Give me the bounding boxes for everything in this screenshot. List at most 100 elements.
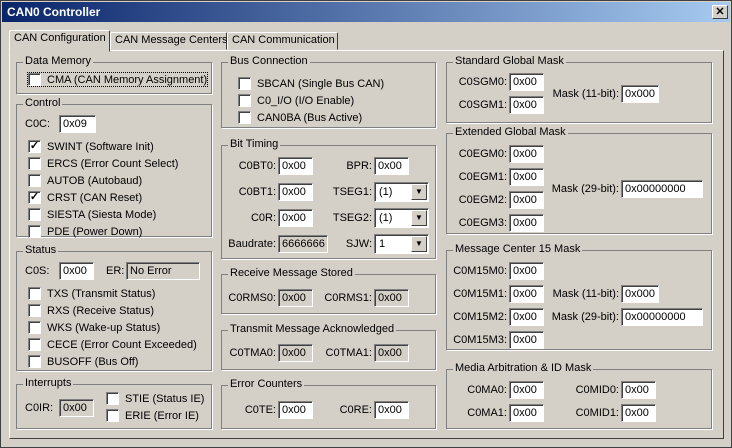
checkbox-box	[28, 355, 41, 368]
c0sgm0-input[interactable]: 0x00	[509, 73, 544, 91]
er-label: ER:	[106, 265, 125, 277]
tab-can-message-centers[interactable]: CAN Message Centers	[110, 32, 228, 50]
checkbox-label: CECE (Error Count Exceeded)	[47, 338, 197, 351]
tab-label: CAN Communication	[232, 34, 335, 46]
tseg1-label: TSEG1:	[332, 186, 372, 198]
checkbox-box	[238, 111, 251, 124]
c0te-label: C0TE:	[244, 404, 276, 416]
txs-checkbox[interactable]: TXS (Transmit Status)	[28, 287, 155, 300]
c0m15m2-input[interactable]: 0x00	[509, 308, 544, 326]
checkbox-label: SBCAN (Single Bus CAN)	[257, 77, 385, 90]
sjw-select[interactable]: 1 ▼	[374, 234, 429, 254]
c0re-input[interactable]: 0x00	[374, 401, 409, 419]
checkbox-box	[28, 225, 41, 238]
c0sgm0-label: C0SGM0:	[458, 76, 507, 88]
pde-checkbox[interactable]: PDE (Power Down)	[28, 225, 142, 238]
tab-can-communication[interactable]: CAN Communication	[227, 32, 338, 50]
c0ir-label: C0IR:	[25, 402, 54, 414]
checkbox-box: ✓	[28, 191, 41, 204]
c0m15m3-input[interactable]: 0x00	[509, 331, 544, 349]
stie-checkbox[interactable]: STIE (Status IE)	[106, 392, 204, 405]
wks-checkbox[interactable]: WKS (Wake-up Status)	[28, 321, 160, 334]
select-value: (1)	[379, 186, 393, 198]
autob-checkbox[interactable]: AUTOB (Autobaud)	[28, 174, 142, 187]
chevron-down-icon[interactable]: ▼	[411, 236, 427, 252]
c0egm0-input[interactable]: 0x00	[509, 145, 544, 163]
cece-checkbox[interactable]: CECE (Error Count Exceeded)	[28, 338, 197, 351]
c0ma0-input[interactable]: 0x00	[509, 381, 544, 399]
chevron-down-icon[interactable]: ▼	[411, 184, 427, 200]
c0s-input[interactable]: 0x00	[59, 262, 94, 280]
c0egm3-input[interactable]: 0x00	[509, 214, 544, 232]
c0egm1-label: C0EGM1:	[458, 171, 507, 183]
c0c-input[interactable]: 0x09	[59, 115, 96, 133]
bpr-input[interactable]: 0x00	[374, 157, 409, 175]
bit-timing-group: Bit Timing C0BT0: 0x00 C0BT1: 0x00 C0R: …	[221, 138, 436, 259]
swint-checkbox[interactable]: ✓ SWINT (Software Init)	[28, 140, 154, 153]
checkbox-box	[28, 73, 41, 86]
data-memory-group: Data Memory CMA (CAN Memory Assignment)	[16, 55, 212, 94]
tab-can-configuration[interactable]: CAN Configuration	[9, 30, 110, 52]
bpr-label: BPR:	[346, 160, 372, 172]
checkbox-box	[28, 287, 41, 300]
sbcan-checkbox[interactable]: SBCAN (Single Bus CAN)	[238, 77, 384, 90]
c0m15m3-label: C0M15M3:	[453, 334, 507, 346]
busoff-checkbox[interactable]: BUSOFF (Bus Off)	[28, 355, 138, 368]
mask-11bit-input[interactable]: 0x000	[621, 85, 659, 103]
siesta-checkbox[interactable]: SIESTA (Siesta Mode)	[28, 208, 156, 221]
group-title: Bus Connection	[228, 55, 310, 67]
group-title: Transmit Message Acknowledged	[228, 323, 397, 335]
checkbox-label: TXS (Transmit Status)	[47, 287, 156, 300]
sjw-label: SJW:	[345, 238, 372, 250]
c0mid0-input[interactable]: 0x00	[621, 381, 656, 399]
c0egm1-input[interactable]: 0x00	[509, 168, 544, 186]
erie-checkbox[interactable]: ERIE (Error IE)	[106, 409, 199, 422]
mc15-mask-11bit-input[interactable]: 0x000	[621, 285, 659, 303]
c0c-label: C0C:	[25, 118, 51, 130]
tseg2-select[interactable]: (1) ▼	[374, 208, 429, 228]
c0ma0-label: C0MA0:	[467, 384, 507, 396]
mask-29bit-input[interactable]: 0x00000000	[621, 180, 703, 198]
c0bt1-input[interactable]: 0x00	[278, 183, 313, 201]
cma-checkbox[interactable]: CMA (CAN Memory Assignment)	[26, 72, 209, 87]
c0tma0-value: 0x00	[278, 344, 313, 362]
c0ma1-input[interactable]: 0x00	[509, 404, 544, 422]
rxs-checkbox[interactable]: RXS (Receive Status)	[28, 304, 154, 317]
c0m15m0-input[interactable]: 0x00	[509, 262, 544, 280]
checkbox-box	[28, 157, 41, 170]
c0bt0-input[interactable]: 0x00	[278, 157, 313, 175]
chevron-down-icon[interactable]: ▼	[411, 210, 427, 226]
mc15-mask-29bit-input[interactable]: 0x00000000	[621, 308, 703, 326]
baudrate-label: Baudrate:	[228, 238, 276, 250]
c0-io-checkbox[interactable]: C0_I/O (I/O Enable)	[238, 94, 354, 107]
c0egm2-input[interactable]: 0x00	[509, 191, 544, 209]
select-value: (1)	[379, 212, 393, 224]
transmit-message-acknowledged-group: Transmit Message Acknowledged C0TMA0: 0x…	[221, 323, 436, 370]
c0m15m1-input[interactable]: 0x00	[509, 285, 544, 303]
c0s-label: C0S:	[25, 265, 50, 277]
checkbox-box	[106, 409, 119, 422]
ercs-checkbox[interactable]: ERCS (Error Count Select)	[28, 157, 178, 170]
c0egm3-label: C0EGM3:	[458, 217, 507, 229]
checkbox-label: RXS (Receive Status)	[47, 304, 154, 317]
title-bar[interactable]: CAN0 Controller ✕	[2, 2, 730, 22]
c0mid1-label: C0MID1:	[575, 407, 619, 419]
close-button[interactable]: ✕	[712, 5, 728, 19]
can0ba-checkbox[interactable]: CAN0BA (Bus Active)	[238, 111, 362, 124]
group-title: Extended Global Mask	[453, 126, 568, 138]
crst-checkbox[interactable]: ✓ CRST (CAN Reset)	[28, 191, 142, 204]
c0mid1-input[interactable]: 0x00	[621, 404, 656, 422]
tseg1-select[interactable]: (1) ▼	[374, 182, 429, 202]
c0sgm1-input[interactable]: 0x00	[509, 96, 544, 114]
c0te-input[interactable]: 0x00	[278, 401, 313, 419]
c0rms0-label: C0RMS0:	[228, 292, 276, 304]
c0tma1-label: C0TMA1:	[325, 347, 372, 359]
checkbox-label: SWINT (Software Init)	[47, 140, 154, 153]
checkbox-label: BUSOFF (Bus Off)	[47, 355, 139, 368]
checkbox-box: ✓	[28, 140, 41, 153]
mask-29bit-label: Mask (29-bit):	[551, 183, 619, 195]
checkbox-label: SIESTA (Siesta Mode)	[47, 208, 157, 221]
c0r-input[interactable]: 0x00	[278, 209, 313, 227]
checkbox-box	[28, 174, 41, 187]
error-counters-group: Error Counters C0TE: 0x00 C0RE: 0x00	[221, 378, 436, 429]
